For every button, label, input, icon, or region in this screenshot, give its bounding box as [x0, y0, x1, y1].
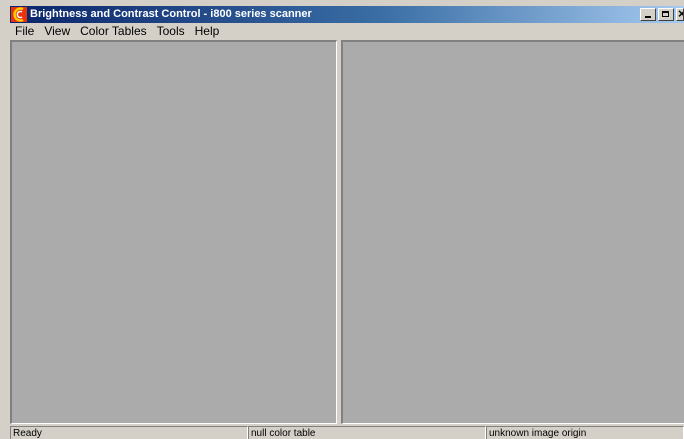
right-image-pane[interactable]: [341, 40, 684, 424]
menu-color-tables[interactable]: Color Tables: [75, 23, 151, 39]
app-window: Brightness and Contrast Control - i800 s…: [0, 0, 684, 439]
title-bar[interactable]: Brightness and Contrast Control - i800 s…: [10, 6, 684, 23]
menu-bar: File View Color Tables Tools Help: [10, 23, 224, 39]
close-icon[interactable]: [676, 8, 684, 21]
menu-view[interactable]: View: [39, 23, 75, 39]
window-controls: [638, 8, 684, 21]
menu-help[interactable]: Help: [190, 23, 225, 39]
image-origin-status: unknown image origin: [486, 426, 684, 439]
minimize-icon[interactable]: [640, 8, 656, 21]
left-image-pane[interactable]: [10, 40, 337, 424]
status-bar: Ready null color table unknown image ori…: [10, 426, 684, 439]
app-icon: [11, 7, 27, 22]
color-table-status: null color table: [248, 426, 486, 439]
menu-tools[interactable]: Tools: [152, 23, 190, 39]
maximize-icon[interactable]: [658, 8, 674, 21]
window-title: Brightness and Contrast Control - i800 s…: [30, 8, 312, 20]
status-text: Ready: [10, 426, 248, 439]
menu-file[interactable]: File: [10, 23, 39, 39]
